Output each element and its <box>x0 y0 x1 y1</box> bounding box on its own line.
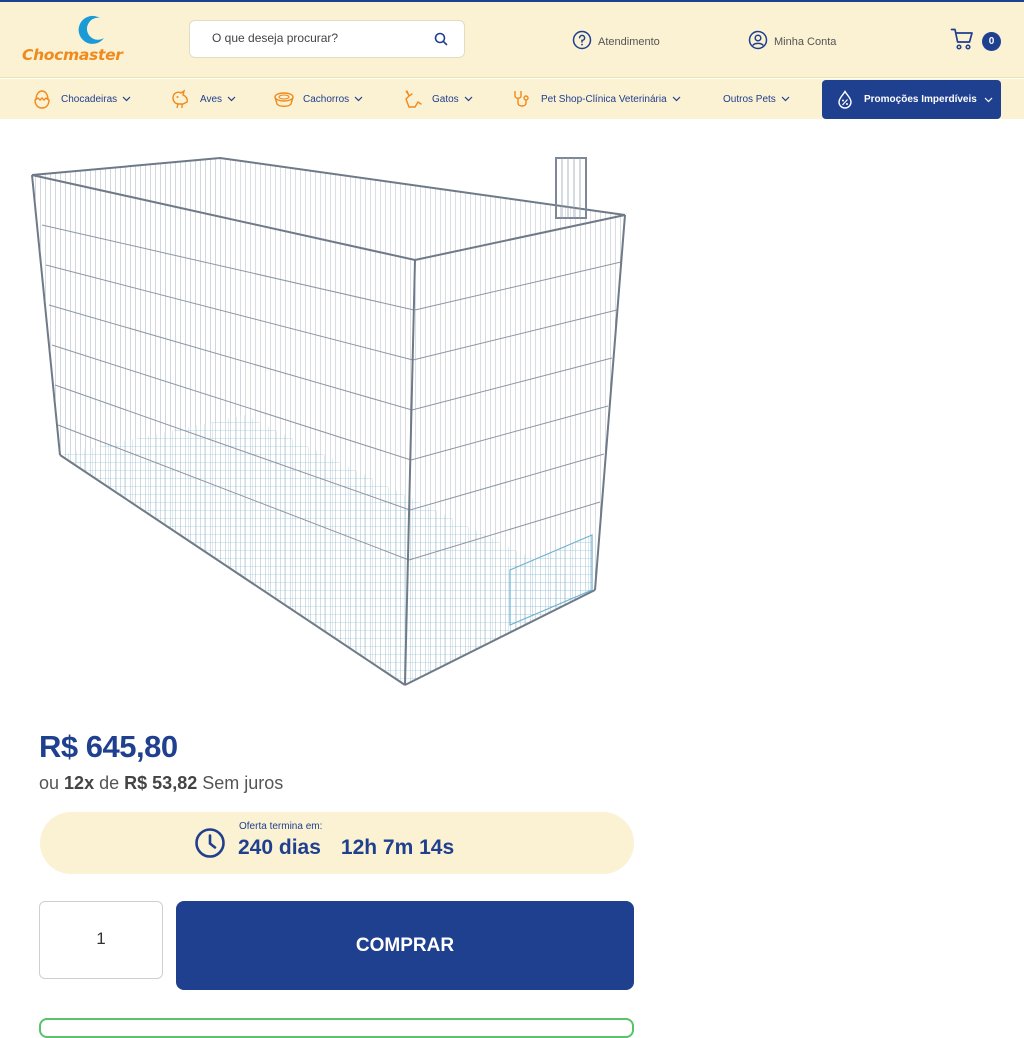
nav-label-promocoes: Promoções Imperdíveis <box>864 94 977 105</box>
help-circle-icon <box>572 30 592 53</box>
chevron-down-icon <box>122 96 131 102</box>
category-nav: Chocadeiras Aves Cachorros Gatos Pet Sho… <box>0 79 1024 119</box>
green-info-box <box>39 1018 634 1038</box>
offer-days: 240 dias <box>238 836 321 859</box>
product-price: R$ 645,80 <box>39 729 178 764</box>
chevron-down-icon <box>354 96 363 102</box>
logo-icon <box>78 15 104 44</box>
offer-hms: 12h 7m 14s <box>340 836 455 859</box>
nav-item-chocadeiras[interactable]: Chocadeiras <box>31 79 131 119</box>
chevron-down-icon <box>464 96 473 102</box>
quantity-box <box>39 901 163 979</box>
nav-label-outros-pets: Outros Pets <box>723 93 776 105</box>
bird-icon <box>170 88 192 110</box>
installments-info: ou 12x de R$ 53,82 Sem juros <box>39 773 283 794</box>
nav-item-outros-pets[interactable]: Outros Pets <box>723 79 790 119</box>
nav-label-gatos: Gatos <box>432 93 459 105</box>
nav-item-promocoes[interactable]: Promoções Imperdíveis <box>822 80 1001 119</box>
offer-time: 240 dias 12h 7m 14s <box>238 836 454 860</box>
search-input[interactable] <box>212 31 422 45</box>
stethoscope-icon <box>511 88 533 110</box>
cart-icon <box>950 28 974 55</box>
quantity-input[interactable] <box>50 929 152 949</box>
logo-text: Chocmaster <box>22 46 123 64</box>
nav-item-aves[interactable]: Aves <box>170 79 236 119</box>
cat-icon <box>402 88 424 110</box>
search-box <box>189 20 465 58</box>
chevron-down-icon <box>672 96 681 102</box>
logo[interactable]: Chocmaster <box>22 14 162 68</box>
nav-item-cachorros[interactable]: Cachorros <box>273 79 363 119</box>
atendimento-link[interactable]: Atendimento <box>572 30 660 53</box>
discount-drop-icon <box>835 89 855 110</box>
atendimento-label: Atendimento <box>598 35 660 48</box>
installments-suffix: Sem juros <box>202 773 284 793</box>
product-image[interactable] <box>20 150 640 695</box>
minha-conta-link[interactable]: Minha Conta <box>748 30 836 53</box>
installments-count: 12x <box>64 773 95 793</box>
user-circle-icon <box>748 30 768 53</box>
nav-label-pet-shop: Pet Shop-Clínica Veterinária <box>541 93 667 105</box>
offer-countdown: Oferta termina em: 240 dias 12h 7m 14s <box>40 812 634 874</box>
egg-hatch-icon <box>31 88 53 110</box>
chevron-down-icon <box>984 97 993 103</box>
nav-label-aves: Aves <box>200 93 223 105</box>
nav-item-pet-shop[interactable]: Pet Shop-Clínica Veterinária <box>511 79 681 119</box>
installments-prefix: ou <box>39 773 60 793</box>
search-icon[interactable] <box>434 32 448 51</box>
cart-count-badge: 0 <box>982 32 1001 51</box>
minha-conta-label: Minha Conta <box>774 35 837 48</box>
wire-cage-icon <box>31 156 626 686</box>
buy-button[interactable]: COMPRAR <box>176 901 634 990</box>
nav-item-gatos[interactable]: Gatos <box>402 79 473 119</box>
offer-label: Oferta termina em: <box>239 821 323 832</box>
site-header: Chocmaster Atendimento Minha Conta 0 <box>0 2 1024 78</box>
nav-label-chocadeiras: Chocadeiras <box>61 93 118 105</box>
nav-label-cachorros: Cachorros <box>303 93 350 105</box>
installment-value: R$ 53,82 <box>124 773 198 793</box>
cart-button[interactable]: 0 <box>950 27 1006 57</box>
chevron-down-icon <box>227 96 236 102</box>
clock-icon <box>194 827 226 864</box>
dog-bowl-icon <box>273 88 295 110</box>
chevron-down-icon <box>781 96 790 102</box>
installments-mid: de <box>99 773 120 793</box>
